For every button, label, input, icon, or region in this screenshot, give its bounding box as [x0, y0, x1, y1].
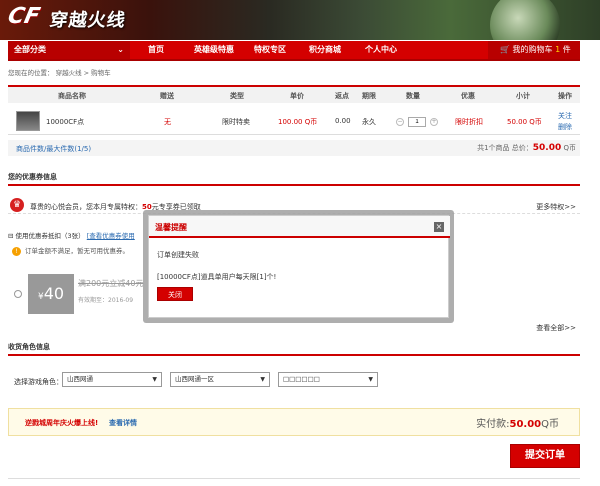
breadcrumb: 您现在的位置： 穿越火线 > 购物车: [8, 67, 111, 77]
cart-label: 我的购物车: [512, 45, 553, 54]
role-label: 选择游戏角色：: [14, 378, 63, 386]
role-section-title: 收货角色信息: [8, 342, 580, 356]
character-art: [490, 0, 560, 40]
coupon-value: ¥40: [28, 274, 74, 314]
banner-title: 穿越火线: [48, 10, 128, 31]
coupon-section-title: 您的优惠券信息: [8, 172, 580, 186]
col-qty: 数量: [406, 92, 420, 100]
game-banner: CF 穿越火线: [0, 0, 600, 40]
col-op: 操作: [558, 92, 572, 100]
server-select-value: 山西网通: [67, 375, 93, 383]
col-type: 类型: [230, 92, 244, 100]
qty-plus-button[interactable]: +: [430, 118, 438, 126]
type-value: 限时特卖: [222, 118, 250, 126]
dialog-title: 温馨提醒: [155, 223, 187, 232]
dialog-message: 订单创建失败: [157, 251, 199, 259]
category-label: 全部分类: [14, 45, 46, 54]
view-coupon-rules-link[interactable]: [查看优惠券使用: [87, 232, 135, 240]
product-thumbnail[interactable]: [16, 111, 40, 131]
qty-input[interactable]: [408, 117, 426, 127]
discount-value: 限时折扣: [455, 118, 483, 126]
all-categories-menu[interactable]: 全部分类 ⌄: [8, 41, 130, 59]
member-text-a: 尊贵的心悦会员，您本月专属特权：: [30, 203, 142, 211]
alert-dialog: 温馨提醒 × 订单创建失败 [10000CF点]道具单用户每天限[1]个! 关闭: [148, 215, 450, 318]
cart-unit: 件: [562, 45, 571, 54]
nav-hero-deals[interactable]: 英雄级特惠: [194, 41, 234, 59]
nav-home[interactable]: 首页: [148, 41, 164, 59]
main-nav: 全部分类 ⌄ 首页 英雄级特惠 特权专区 积分商城 个人中心 🛒 我的购物车 1…: [8, 41, 580, 61]
nav-user-center[interactable]: 个人中心: [365, 41, 397, 59]
chevron-down-icon: ▼: [152, 376, 157, 383]
warning-icon: !: [12, 247, 21, 256]
promo-details-link[interactable]: 查看详情: [109, 418, 137, 428]
cart-summary: 商品件数/最大件数(1/5) 共1个商品 总价：50.00 Q币: [8, 140, 580, 156]
coupon-warning: ! 订单金额不满足，暂无可用优惠券。: [12, 245, 129, 256]
coupon-title-text: 您的优惠券信息: [8, 173, 57, 181]
coupon-radio[interactable]: [14, 290, 22, 298]
term-value: 永久: [362, 118, 376, 126]
chevron-down-icon: ▼: [368, 376, 373, 383]
price-value: 100.00 Q币: [278, 118, 318, 126]
col-term: 期限: [362, 92, 376, 100]
nav-privilege[interactable]: 特权专区: [254, 41, 286, 59]
chevron-down-icon: ⌄: [117, 45, 124, 54]
coupon-amount: 40: [43, 284, 65, 303]
col-gift: 赠送: [160, 92, 174, 100]
col-subtotal: 小计: [516, 92, 530, 100]
paid-amount: 50.00: [509, 419, 542, 430]
warning-text: 订单金额不满足，暂无可用优惠券。: [25, 247, 129, 255]
total-unit: Q币: [563, 144, 576, 152]
col-name: 商品名称: [58, 92, 86, 100]
cf-logo: CF: [5, 4, 43, 29]
collapse-icon[interactable]: ⊟: [8, 232, 13, 240]
total-prefix: 共1个商品 总价：: [477, 144, 533, 152]
delete-link[interactable]: 删除: [558, 122, 572, 132]
more-privileges-link[interactable]: 更多特权>>: [536, 202, 576, 212]
use-coupon-label: 使用优惠券抵扣（3张）: [15, 232, 85, 240]
item-count: 商品件数/最大件数(1/5): [16, 145, 92, 153]
zone-select[interactable]: 山西网通一区 ▼: [170, 372, 270, 387]
close-button[interactable]: 关闭: [157, 287, 193, 301]
col-price: 单价: [290, 92, 304, 100]
rebate-value: 0.00: [335, 117, 351, 125]
role-select[interactable]: □□□□□□ ▼: [278, 372, 378, 387]
crown-icon: ♛: [10, 198, 24, 212]
subtotal-value: 50.00 Q币: [507, 118, 542, 126]
col-discount: 优惠: [461, 92, 475, 100]
role-select-value: □□□□□□: [283, 375, 320, 383]
follow-link[interactable]: 关注: [558, 111, 572, 121]
total-price: 共1个商品 总价：50.00 Q币: [477, 143, 576, 153]
paid-total: 实付款:50.00Q币: [476, 415, 559, 430]
footer-divider: [8, 478, 580, 486]
close-icon[interactable]: ×: [434, 222, 444, 232]
breadcrumb-prefix: 您现在的位置：: [8, 69, 54, 77]
col-rebate: 返点: [335, 92, 349, 100]
dialog-detail: [10000CF点]道具单用户每天限[1]个!: [157, 273, 277, 281]
server-select[interactable]: 山西网通 ▼: [62, 372, 162, 387]
chevron-down-icon: ▼: [260, 376, 265, 383]
zone-select-value: 山西网通一区: [175, 375, 214, 383]
breadcrumb-trail[interactable]: 穿越火线 > 购物车: [56, 69, 111, 77]
submit-order-button[interactable]: 提交订单: [510, 444, 580, 468]
cart-table-header: 商品名称 赠送 类型 单价 返点 期限 数量 优惠 小计 操作: [8, 85, 580, 103]
paid-unit: Q币: [541, 419, 559, 430]
cart-icon: 🛒: [500, 45, 510, 54]
qty-minus-button[interactable]: −: [396, 118, 404, 126]
cart-count: 1: [555, 45, 561, 54]
paid-label: 实付款:: [476, 419, 510, 430]
promo-text: 逆戮城周年庆火爆上线!: [25, 419, 99, 427]
quantity-stepper: − +: [396, 117, 438, 128]
gift-value: 无: [164, 118, 171, 126]
product-name[interactable]: 10000CF点: [46, 117, 84, 127]
total-amount: 50.00: [532, 143, 562, 153]
nav-points-mall[interactable]: 积分商城: [309, 41, 341, 59]
view-all-coupons-link[interactable]: 查看全部>>: [536, 323, 576, 333]
promo-bar: 逆戮城周年庆火爆上线! 查看详情 实付款:50.00Q币: [8, 408, 580, 436]
dialog-header: 温馨提醒 ×: [149, 216, 450, 238]
role-title-text: 收货角色信息: [8, 343, 50, 351]
my-cart-button[interactable]: 🛒 我的购物车 1 件: [488, 41, 580, 59]
use-coupon-row: ⊟ 使用优惠券抵扣（3张） [查看优惠券使用: [8, 230, 135, 240]
table-row: 10000CF点 无 限时特卖 100.00 Q币 0.00 永久 − + 限时…: [8, 105, 580, 135]
